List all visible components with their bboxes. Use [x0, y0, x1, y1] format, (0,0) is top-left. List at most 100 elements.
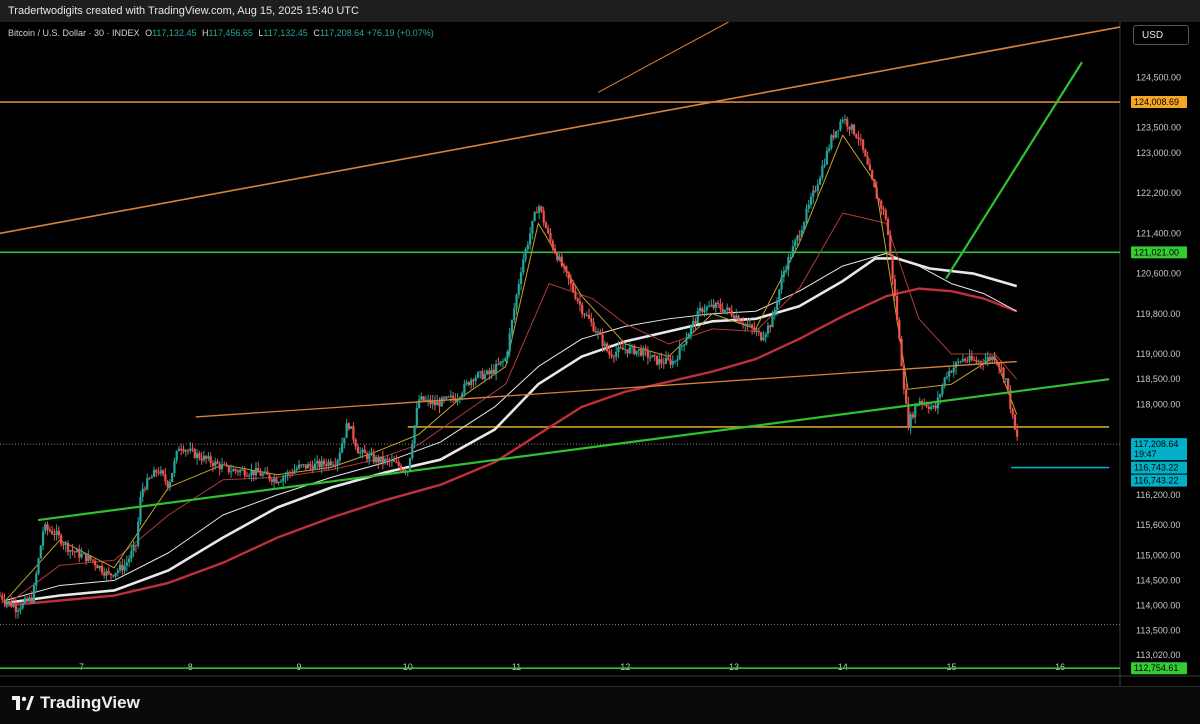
candle-body [123, 565, 126, 571]
candle-body [10, 601, 13, 607]
candle-body [60, 535, 63, 545]
chart-area[interactable]: 124,500.00 123,500.00 123,000.00 122,200.00… [0, 22, 1200, 686]
candle-body [832, 135, 835, 138]
candle-body [69, 550, 72, 552]
candle-body [152, 470, 156, 477]
candle-body [171, 472, 174, 483]
candle-body [866, 156, 869, 165]
candle-body [526, 244, 529, 249]
candle-body [794, 240, 797, 247]
tradingview-logo[interactable]: TradingView [12, 693, 140, 713]
candle-body [710, 304, 713, 307]
candle-body [986, 357, 989, 360]
candle-body [959, 361, 962, 363]
candle-body [447, 396, 450, 398]
candle-body [41, 531, 45, 546]
candle-body [807, 204, 810, 209]
candle-body [816, 184, 819, 191]
candle-body [642, 348, 645, 356]
candle-body [875, 187, 878, 199]
candle-body [388, 459, 391, 462]
candle-body [569, 278, 572, 284]
candle-body [130, 550, 133, 559]
candle-body [723, 309, 727, 312]
candle-body [843, 119, 847, 121]
candle-body [841, 119, 844, 122]
y-tick-label: 120,600.00 [1136, 269, 1181, 279]
candle-body [728, 307, 731, 311]
candle-body [338, 452, 341, 461]
candle-body [574, 291, 577, 299]
y-tick-label: 119,800.00 [1136, 309, 1180, 319]
candle-body [449, 395, 452, 397]
candle-body [594, 331, 597, 333]
candle-body [225, 464, 228, 466]
trendline [37, 378, 1110, 522]
candle-body [286, 472, 289, 476]
candle-body [186, 450, 190, 452]
candle-body [257, 467, 260, 473]
candle-body [329, 461, 332, 466]
candle-body [630, 345, 634, 348]
currency-button[interactable]: USD [1133, 25, 1189, 45]
candle-body [712, 304, 715, 308]
candle-body [730, 310, 733, 316]
candle-body [75, 549, 79, 553]
candle-body [216, 461, 219, 464]
candle-body [791, 246, 794, 257]
candle-body [189, 448, 192, 451]
candle-body [538, 206, 541, 213]
candle-body [495, 363, 498, 374]
candle-body [413, 425, 416, 445]
candle-body [744, 324, 747, 326]
candle-body [662, 362, 665, 364]
candle-body [91, 559, 94, 561]
candle-body [880, 200, 883, 209]
candle-body [263, 471, 267, 474]
candle-body [492, 369, 495, 374]
candle-body [438, 401, 441, 407]
y-tick-label: 122,200.00 [1136, 188, 1181, 198]
moving-average-line [5, 212, 1018, 606]
candle-body [327, 461, 330, 467]
candle-body [640, 349, 643, 356]
candle-body [311, 465, 314, 471]
candle-body [82, 553, 85, 555]
candle-body [809, 196, 813, 205]
candle-body [481, 371, 484, 380]
candle-body [508, 333, 511, 352]
y-tick-label: 123,500.00 [1136, 123, 1181, 133]
candle-body [168, 482, 172, 488]
trendline [945, 61, 1083, 280]
candle-body [528, 233, 532, 245]
candle-body [644, 348, 647, 351]
candle-body [726, 307, 729, 310]
candle-body [764, 333, 767, 338]
price-axis-tag-text: 116,743.22 [1134, 476, 1178, 486]
candle-body [898, 320, 901, 340]
candle-body [128, 558, 131, 563]
price-axis-countdown: 19:47 [1134, 449, 1157, 459]
candle-body [621, 347, 625, 350]
candle-body [837, 130, 840, 132]
candle-body [103, 572, 106, 576]
candle-body [1016, 429, 1019, 437]
candle-body [148, 478, 151, 480]
candle-body [451, 395, 455, 399]
candle-body [862, 139, 865, 150]
candle-body [300, 464, 303, 466]
candle-body [735, 315, 738, 319]
price-axis-tag-text: 124,008.69 [1134, 97, 1179, 107]
candle-body [782, 271, 785, 278]
price-chart[interactable]: 124,500.00 123,500.00 123,000.00 122,200.00… [0, 22, 1200, 686]
candle-body [850, 124, 853, 130]
candle-body [617, 347, 620, 352]
bottom-bar: TradingView [0, 686, 1200, 724]
candle-body [789, 256, 792, 258]
candle-body [692, 321, 695, 327]
candle-body [547, 228, 550, 233]
candle-body [80, 553, 83, 558]
candle-body [379, 456, 382, 463]
candle-body [590, 318, 593, 323]
y-tick-label: 118,500.00 [1136, 374, 1180, 384]
